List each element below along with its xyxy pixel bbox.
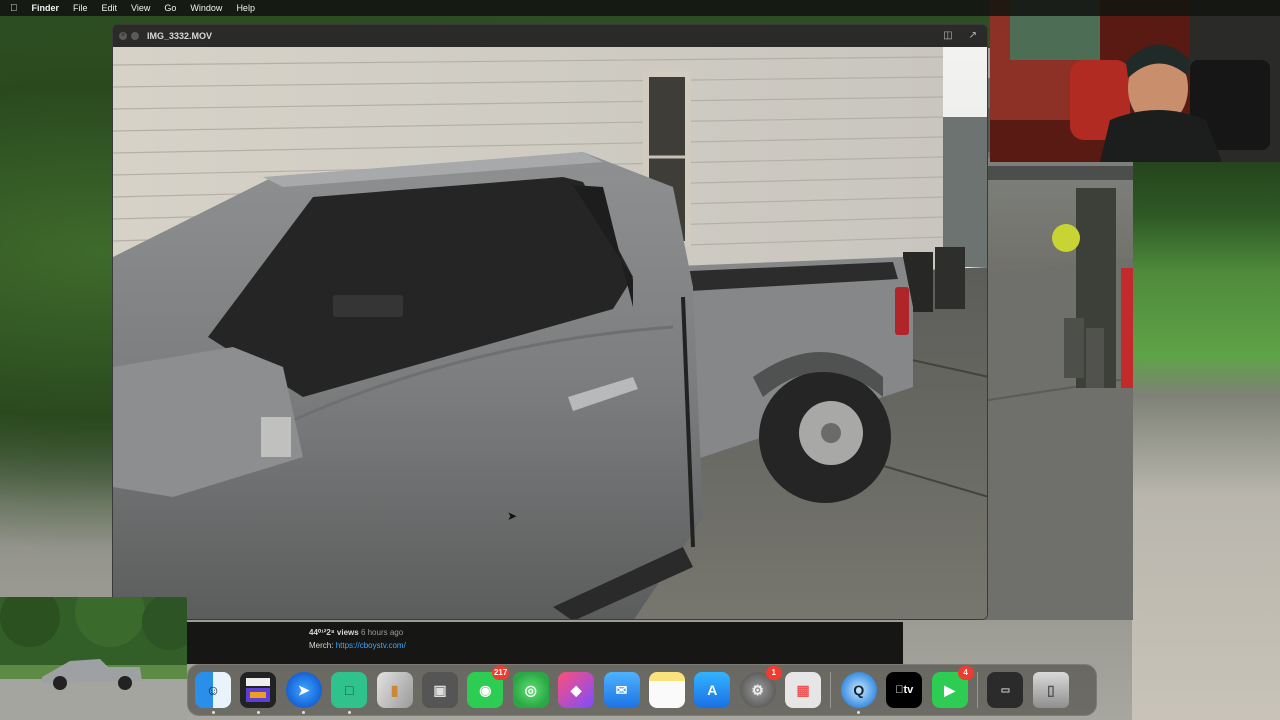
mail-icon[interactable]: ✉ (603, 672, 640, 708)
window-titlebar[interactable]: × IMG_3332.MOV ◫ ↗ (113, 25, 987, 47)
app-store-icon[interactable]: A (694, 672, 731, 708)
menu-file[interactable]: File (73, 3, 88, 13)
notes-icon[interactable] (648, 672, 685, 708)
running-indicator (302, 711, 306, 714)
menu-window[interactable]: Window (190, 3, 222, 13)
views-label: views (336, 628, 359, 637)
truck-scene (113, 47, 987, 619)
recent-stack-icon[interactable]: ▭ (987, 672, 1024, 708)
finder-icon[interactable]: ☺ (195, 672, 231, 714)
menu-help[interactable]: Help (236, 3, 255, 13)
messages-badge: 217 (491, 666, 510, 680)
video-player-window[interactable]: × IMG_3332.MOV ◫ ↗ ➤ (112, 24, 988, 620)
dock-separator (977, 672, 979, 708)
merch-line: Merch: https://cboystv.com/ (309, 641, 406, 650)
launchpad-icon[interactable]: ▦ (785, 672, 822, 708)
settings-badge: 1 (765, 666, 782, 680)
apple-tv-label: tv (899, 684, 913, 696)
final-cut-icon[interactable] (240, 672, 277, 714)
view-count: 44⁰¹²2⁸ (309, 628, 335, 637)
facetime-icon[interactable]: ▶ 4 (931, 666, 974, 708)
menu-finder[interactable]: Finder (32, 3, 60, 13)
dock-separator (830, 672, 832, 708)
video-frame[interactable]: ➤ (113, 47, 987, 619)
webcam-overlay (990, 0, 1280, 162)
mouse-cursor-icon: ➤ (507, 509, 518, 523)
screenshot-icon[interactable]: ▣ (421, 672, 458, 708)
dock: ☺ ➤ □ ▮ ▣ ◉ 217 ◎ ◆ ✉ A ⚙ 1 ▦ Q tv ▶ 4 … (187, 664, 1097, 716)
thumbnail-image (0, 597, 187, 720)
picture-in-picture-icon[interactable]: ◫ (943, 30, 952, 41)
menu-view[interactable]: View (131, 3, 150, 13)
views-line: 44⁰¹²2⁸ views 6 hours ago (309, 628, 403, 637)
find-my-icon[interactable]: ◎ (512, 672, 549, 708)
facetime-badge: 4 (957, 666, 974, 680)
upload-age: 6 hours ago (360, 628, 404, 637)
video-thumbnail[interactable] (0, 597, 187, 720)
menu-edit[interactable]: Edit (102, 3, 118, 13)
running-indicator (347, 711, 351, 714)
video-info-panel: 44⁰¹²2⁸ views 6 hours ago Merch: https:/… (187, 622, 903, 664)
apple-menu-icon[interactable]:  (10, 3, 18, 14)
merch-label: Merch: (309, 641, 334, 650)
trash-icon[interactable]: ▯ (1032, 672, 1069, 708)
quicktime-icon[interactable]: Q (840, 672, 877, 714)
share-icon[interactable]: ↗ (969, 30, 977, 41)
shortcuts-icon[interactable]: ◆ (558, 672, 595, 708)
minimize-icon[interactable] (131, 32, 139, 40)
messages-icon[interactable]: ◉ 217 (467, 666, 510, 708)
safari-icon[interactable]: ➤ (285, 672, 322, 714)
running-indicator (857, 711, 861, 714)
merch-link[interactable]: https://cboystv.com/ (336, 641, 406, 650)
menu-go[interactable]: Go (164, 3, 176, 13)
background-yard (1132, 160, 1280, 720)
window-title: IMG_3332.MOV (147, 31, 213, 41)
running-indicator (211, 711, 215, 714)
webcam-image (990, 0, 1280, 162)
streamlabs-icon[interactable]: □ (331, 672, 368, 714)
running-indicator (256, 711, 260, 714)
remote-icon[interactable]: ▮ (376, 672, 413, 708)
settings-icon[interactable]: ⚙ 1 (739, 666, 782, 708)
close-icon[interactable]: × (119, 32, 127, 40)
apple-tv-icon[interactable]: tv (886, 672, 923, 708)
menu-bar:  Finder File Edit View Go Window Help (0, 0, 1280, 16)
